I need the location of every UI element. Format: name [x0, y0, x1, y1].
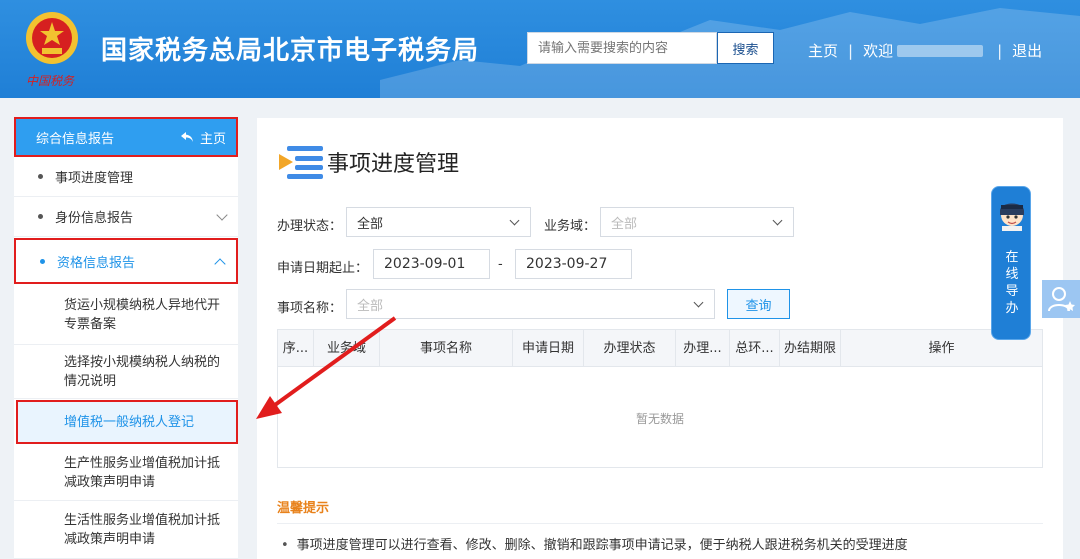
list-play-icon [279, 146, 323, 179]
search-input[interactable] [528, 33, 716, 63]
chevron-down-icon [772, 215, 783, 226]
date-dash: - [498, 257, 503, 272]
table-header: 序... 业务域 事项名称 申请日期 办理状态 办理... 总环... 办结期限… [278, 330, 1042, 367]
column-header-total-steps[interactable]: 总环... [730, 330, 780, 367]
bullet-icon [38, 214, 43, 219]
guide-char: 办 [1005, 301, 1019, 316]
username-redacted [897, 44, 984, 57]
bullet-icon [38, 174, 43, 179]
chevron-up-icon [214, 258, 226, 270]
chevron-down-icon [693, 297, 704, 308]
chevron-down-icon [216, 209, 228, 221]
search-button[interactable]: 搜索 [717, 32, 774, 64]
date-range-label: 申请日期起止： [277, 261, 369, 276]
tip-item: 事项进度管理可以进行查看、修改、删除、撤销和跟踪事项申请记录，便于纳税人跟进税务… [281, 534, 908, 553]
column-header-seq[interactable]: 序... [278, 330, 314, 367]
sidebar-subitem-label: 生产性服务业增值税加计抵减政策声明申请 [64, 455, 221, 490]
user-service-button[interactable] [1042, 280, 1080, 318]
sidebar-header-label: 综合信息报告 [36, 131, 115, 147]
sidebar-subitem[interactable]: 生产性服务业增值税加计抵减政策声明申请 [14, 445, 238, 501]
page-header: 事项进度管理 [277, 142, 459, 182]
chevron-down-icon [509, 215, 520, 226]
user-star-icon [1048, 287, 1075, 312]
column-header-apply-date[interactable]: 申请日期 [513, 330, 584, 367]
status-label: 办理状态： [277, 219, 343, 234]
item-name-select[interactable]: 全部 [346, 289, 715, 319]
sidebar: 综合信息报告 主页 事项进度管理 身份信息报告 资格信息报告 货运小规模纳税人异… [14, 117, 238, 559]
column-header-deadline[interactable]: 办结期限 [780, 330, 841, 367]
date-to-input[interactable]: 2023-09-27 [515, 249, 632, 279]
date-from-input[interactable]: 2023-09-01 [373, 249, 490, 279]
top-header: 中国税务 国家税务总局北京市电子税务局 搜索 主页 | 欢迎 | 退出 [0, 0, 1080, 98]
divider [277, 523, 1043, 524]
nav-logout-link[interactable]: 退出 [1012, 40, 1042, 61]
domain-label: 业务域： [544, 219, 597, 234]
sidebar-item-label: 资格信息报告 [57, 255, 136, 271]
sidebar-subitem[interactable]: 选择按小规模纳税人纳税的情况说明 [14, 345, 238, 399]
guide-char: 导 [1005, 284, 1019, 299]
results-table: 序... 业务域 事项名称 申请日期 办理状态 办理... 总环... 办结期限… [277, 329, 1043, 468]
sidebar-item-label: 身份信息报告 [55, 211, 134, 226]
bullet-icon [40, 258, 45, 264]
tips-title: 温馨提示 [277, 501, 330, 516]
assistant-avatar-icon [1000, 203, 1024, 231]
emblem-caption: 中国税务 [26, 74, 75, 88]
tax-emblem-logo [26, 12, 78, 64]
search-box [527, 32, 717, 64]
empty-state-text: 暂无数据 [635, 412, 684, 426]
sidebar-header[interactable]: 综合信息报告 主页 [14, 117, 238, 157]
item-name-label: 事项名称： [277, 301, 343, 316]
nav-welcome: 欢迎 [863, 42, 894, 60]
nav-separator: | [848, 41, 854, 60]
sidebar-item-progress[interactable]: 事项进度管理 [14, 157, 238, 197]
query-button[interactable]: 查询 [727, 289, 790, 319]
sidebar-item-label: 事项进度管理 [55, 171, 134, 186]
sidebar-home-link[interactable]: 主页 [180, 128, 226, 147]
domain-select-placeholder: 全部 [611, 216, 638, 232]
sidebar-item-qualification[interactable]: 资格信息报告 [14, 238, 238, 284]
domain-select[interactable]: 全部 [600, 207, 794, 237]
online-guide-button[interactable]: 在 线 导 办 [991, 186, 1031, 340]
column-header-status[interactable]: 办理状态 [584, 330, 676, 367]
sidebar-item-identity[interactable]: 身份信息报告 [14, 197, 238, 237]
column-header-handler[interactable]: 办理... [676, 330, 730, 367]
nav-home-link[interactable]: 主页 [808, 40, 838, 61]
column-header-domain[interactable]: 业务域 [314, 330, 380, 367]
sidebar-subitem-general-taxpayer[interactable]: 增值税一般纳税人登记 [16, 400, 238, 444]
guide-char: 在 [1005, 250, 1019, 265]
site-title: 国家税务总局北京市电子税务局 [101, 36, 480, 66]
item-name-placeholder: 全部 [357, 298, 384, 314]
sidebar-subitem-label: 增值税一般纳税人登记 [64, 414, 195, 430]
status-select[interactable]: 全部 [346, 207, 531, 237]
top-nav: 主页 | 欢迎 | 退出 [808, 40, 1042, 61]
sidebar-subitem[interactable]: 生活性服务业增值税加计抵减政策声明申请 [14, 502, 238, 559]
sidebar-subitem-label: 选择按小规模纳税人纳税的情况说明 [64, 354, 221, 389]
column-header-item-name[interactable]: 事项名称 [380, 330, 513, 367]
guide-text: 在 线 导 办 [992, 249, 1032, 317]
sidebar-home-label: 主页 [199, 131, 226, 147]
sidebar-subitem[interactable]: 货运小规模纳税人异地代开专票备案 [14, 285, 238, 345]
guide-char: 线 [1005, 267, 1019, 282]
status-select-value: 全部 [357, 216, 384, 232]
nav-separator: | [997, 41, 1003, 60]
page-title: 事项进度管理 [327, 152, 460, 177]
sidebar-subitem-label: 生活性服务业增值税加计抵减政策声明申请 [64, 513, 221, 547]
sidebar-subitem-label: 货运小规模纳税人异地代开专票备案 [64, 297, 221, 332]
main-panel: 事项进度管理 办理状态： 全部 业务域： 全部 申请日期起止： 2023-09-… [257, 118, 1063, 559]
back-arrow-icon [180, 132, 193, 142]
